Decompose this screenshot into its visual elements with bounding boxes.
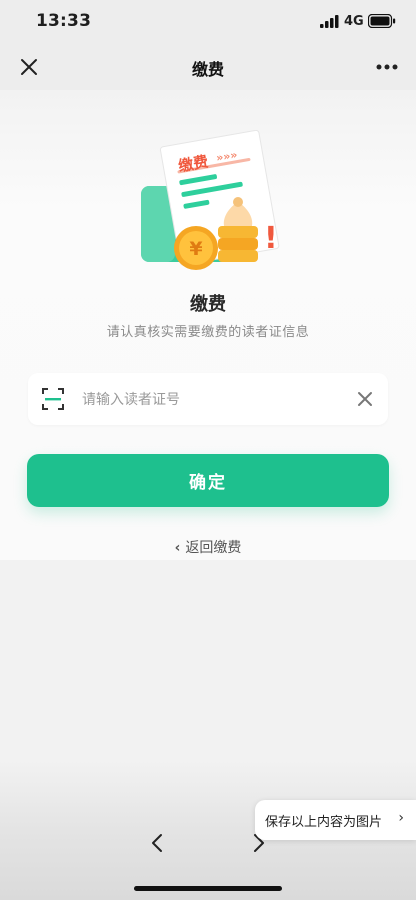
nav-bar: 缴费 <box>0 44 416 90</box>
battery-icon <box>368 14 396 28</box>
reader-id-field <box>28 373 388 425</box>
back-to-payment-label: 返回缴费 <box>185 540 242 556</box>
back-to-payment-link[interactable]: ‹ 返回缴费 <box>0 537 416 557</box>
back-arrow-icon[interactable] <box>150 832 164 854</box>
signal-bars-icon <box>320 15 339 28</box>
clear-icon[interactable] <box>357 391 373 407</box>
page-heading: 缴费 <box>190 294 226 315</box>
network-label: 4G <box>344 14 364 29</box>
exclamation-mark: ! <box>264 221 278 256</box>
chevron-right-icon: › <box>398 810 404 826</box>
reader-id-input[interactable] <box>80 385 344 415</box>
home-indicator <box>134 886 282 891</box>
more-icon[interactable] <box>374 58 400 76</box>
scan-icon[interactable] <box>42 388 64 410</box>
nav-title: 缴费 <box>191 60 224 79</box>
page-subtitle: 请认真核实需要缴费的读者证信息 <box>106 325 310 340</box>
coin-symbol: ¥ <box>189 238 202 260</box>
status-time: 13:33 <box>36 11 92 31</box>
confirm-button[interactable]: 确定 <box>27 454 389 507</box>
save-as-image-label: 保存以上内容为图片 <box>265 814 383 830</box>
save-as-image-button[interactable]: 保存以上内容为图片 › <box>255 800 416 840</box>
status-bar: 13:33 4G <box>0 0 416 44</box>
chevron-left-icon: ‹ <box>174 540 181 556</box>
payment-bill-illustration: 缴费 »»» ¥ ! <box>141 130 280 270</box>
